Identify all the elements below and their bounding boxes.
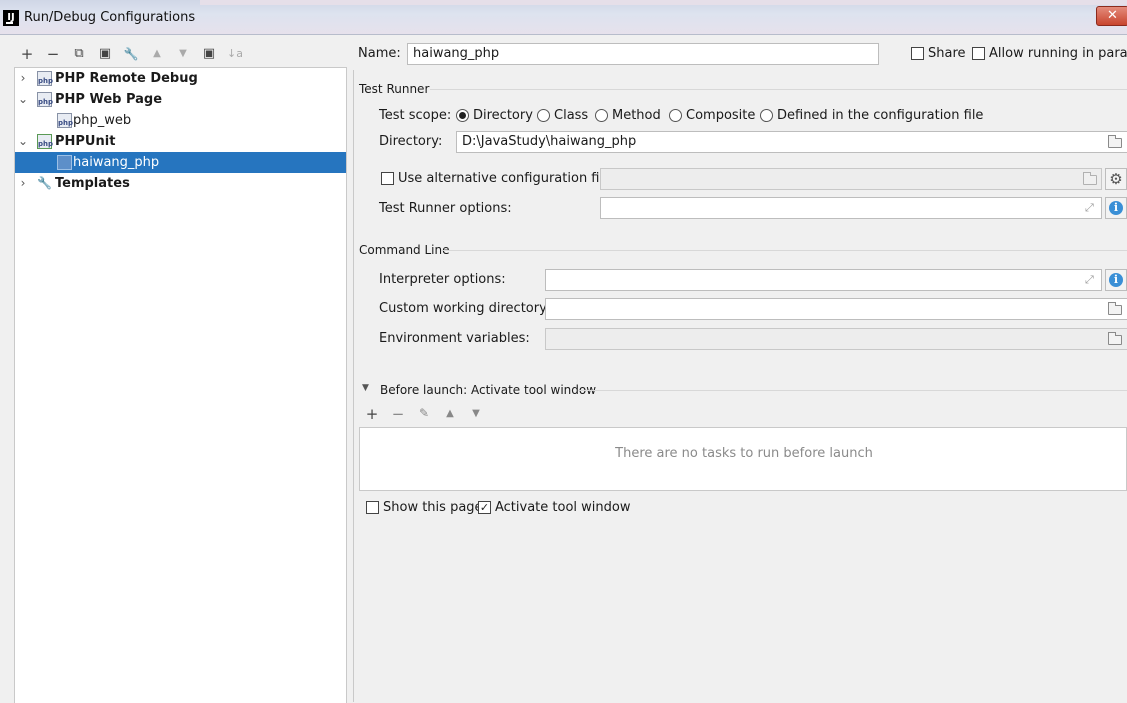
phpunit-config-icon [57, 155, 72, 170]
before-launch-task-list[interactable]: There are no tasks to run before launch [359, 427, 1127, 491]
scope-class-radio[interactable] [537, 109, 550, 122]
add-configuration-button[interactable]: + [18, 45, 36, 63]
test-scope-label: Test scope: [379, 108, 452, 123]
tree-item-haiwang-php[interactable]: haiwang_php [15, 152, 346, 173]
phpunit-icon: php [37, 134, 53, 149]
info-icon[interactable]: i [1105, 269, 1127, 291]
activate-tool-window-checkbox[interactable]: ✓ [478, 501, 491, 514]
name-field[interactable]: haiwang_php [407, 43, 879, 65]
move-up-button[interactable]: ▲ [148, 45, 166, 63]
name-label: Name: [358, 46, 401, 61]
collapse-arrow-icon[interactable]: ⌄ [17, 131, 29, 152]
php-remote-debug-icon: php [37, 71, 53, 86]
working-directory-field[interactable] [545, 298, 1127, 320]
show-page-checkbox[interactable] [366, 501, 379, 514]
configuration-panel: Test Runner Test scope: Directory Class … [353, 70, 1127, 702]
edit-task-pencil-icon[interactable]: ✎ [416, 406, 432, 420]
tree-item-label: haiwang_php [73, 155, 160, 170]
scope-config-file-radio[interactable] [760, 109, 773, 122]
interpreter-options-label: Interpreter options: [379, 272, 506, 287]
tree-item-templates[interactable]: › 🔧 Templates [15, 173, 346, 194]
show-page-label: Show this page [383, 500, 483, 515]
expand-field-icon[interactable]: ⤢ [1085, 273, 1094, 287]
window-title: Run/Debug Configurations [24, 10, 196, 25]
browse-folder-icon[interactable] [1108, 135, 1122, 148]
add-task-button[interactable]: + [364, 405, 380, 423]
allow-parallel-checkbox[interactable] [972, 47, 985, 60]
tree-item-php-web-page[interactable]: ⌄ php PHP Web Page [15, 89, 346, 110]
tree-item-php-web[interactable]: php php_web [15, 110, 346, 131]
scope-method-label: Method [612, 108, 661, 123]
expand-arrow-icon[interactable]: › [17, 173, 29, 194]
browse-folder-icon [1083, 172, 1097, 185]
tree-item-label: php_web [73, 113, 132, 128]
copy-configuration-button[interactable]: ⧉ [70, 45, 88, 63]
scope-directory-radio[interactable] [456, 109, 469, 122]
save-configuration-button[interactable]: ▣ [96, 45, 114, 63]
expand-field-icon[interactable]: ⤢ [1085, 201, 1094, 215]
background-tab-strip [200, 0, 1127, 5]
environment-variables-field[interactable] [545, 328, 1127, 350]
tree-item-label: PHP Remote Debug [55, 71, 198, 86]
gear-icon[interactable]: ⚙ [1105, 168, 1127, 190]
share-label: Share [928, 46, 966, 61]
move-down-button[interactable]: ▼ [174, 45, 192, 63]
allow-parallel-label: Allow running in paralle [989, 46, 1127, 61]
expand-arrow-icon[interactable]: › [17, 68, 29, 89]
share-checkbox[interactable] [911, 47, 924, 60]
scope-composite-radio[interactable] [669, 109, 682, 122]
configuration-tree[interactable]: › php PHP Remote Debug ⌄ php PHP Web Pag… [14, 67, 347, 703]
section-divider [442, 250, 1127, 251]
remove-configuration-button[interactable]: − [44, 45, 62, 63]
scope-method-radio[interactable] [595, 109, 608, 122]
collapse-arrow-icon[interactable]: ⌄ [17, 89, 29, 110]
interpreter-options-field[interactable] [545, 269, 1102, 291]
php-file-icon: php [57, 113, 73, 128]
section-divider [578, 390, 1127, 391]
scope-config-file-label: Defined in the configuration file [777, 108, 984, 123]
app-icon: IJ [3, 10, 19, 26]
test-runner-section-title: Test Runner [359, 82, 430, 96]
tree-item-label: PHPUnit [55, 134, 116, 149]
directory-label: Directory: [379, 134, 443, 149]
test-runner-options-field[interactable] [600, 197, 1102, 219]
alt-config-field [600, 168, 1102, 190]
remove-task-button[interactable]: − [390, 405, 406, 423]
tree-item-label: PHP Web Page [55, 92, 163, 107]
move-task-down-button[interactable]: ▼ [468, 408, 484, 419]
scope-composite-label: Composite [686, 108, 756, 123]
close-button[interactable]: ✕ [1096, 6, 1127, 26]
sort-configurations-button[interactable]: ↓a [226, 45, 244, 63]
empty-task-message: There are no tasks to run before launch [615, 446, 873, 461]
activate-tool-window-label: Activate tool window [495, 500, 631, 515]
new-folder-button[interactable]: ▣ [200, 45, 218, 63]
scope-class-label: Class [554, 108, 589, 123]
before-launch-title[interactable]: Before launch: Activate tool window [380, 383, 596, 397]
test-runner-options-label: Test Runner options: [379, 201, 512, 216]
collapse-arrow-icon[interactable]: ▼ [362, 383, 369, 393]
directory-field[interactable]: D:\JavaStudy\haiwang_php [456, 131, 1127, 153]
scope-directory-label: Directory [473, 108, 533, 123]
working-directory-label: Custom working directory: [379, 301, 551, 316]
wrench-icon: 🔧 [37, 176, 52, 190]
browse-folder-icon[interactable] [1108, 302, 1122, 315]
browse-folder-icon[interactable] [1108, 332, 1122, 345]
tree-item-phpunit[interactable]: ⌄ php PHPUnit [15, 131, 346, 152]
edit-defaults-wrench-icon[interactable]: 🔧 [122, 45, 140, 63]
tree-item-label: Templates [55, 176, 130, 191]
alt-config-label: Use alternative configuration file: [398, 171, 616, 186]
environment-variables-label: Environment variables: [379, 331, 530, 346]
move-task-up-button[interactable]: ▲ [442, 408, 458, 419]
info-icon[interactable]: i [1105, 197, 1127, 219]
tree-item-php-remote-debug[interactable]: › php PHP Remote Debug [15, 68, 346, 89]
php-web-page-icon: php [37, 92, 53, 107]
alt-config-checkbox[interactable] [381, 172, 394, 185]
section-divider [430, 89, 1127, 90]
command-line-section-title: Command Line [359, 243, 450, 257]
